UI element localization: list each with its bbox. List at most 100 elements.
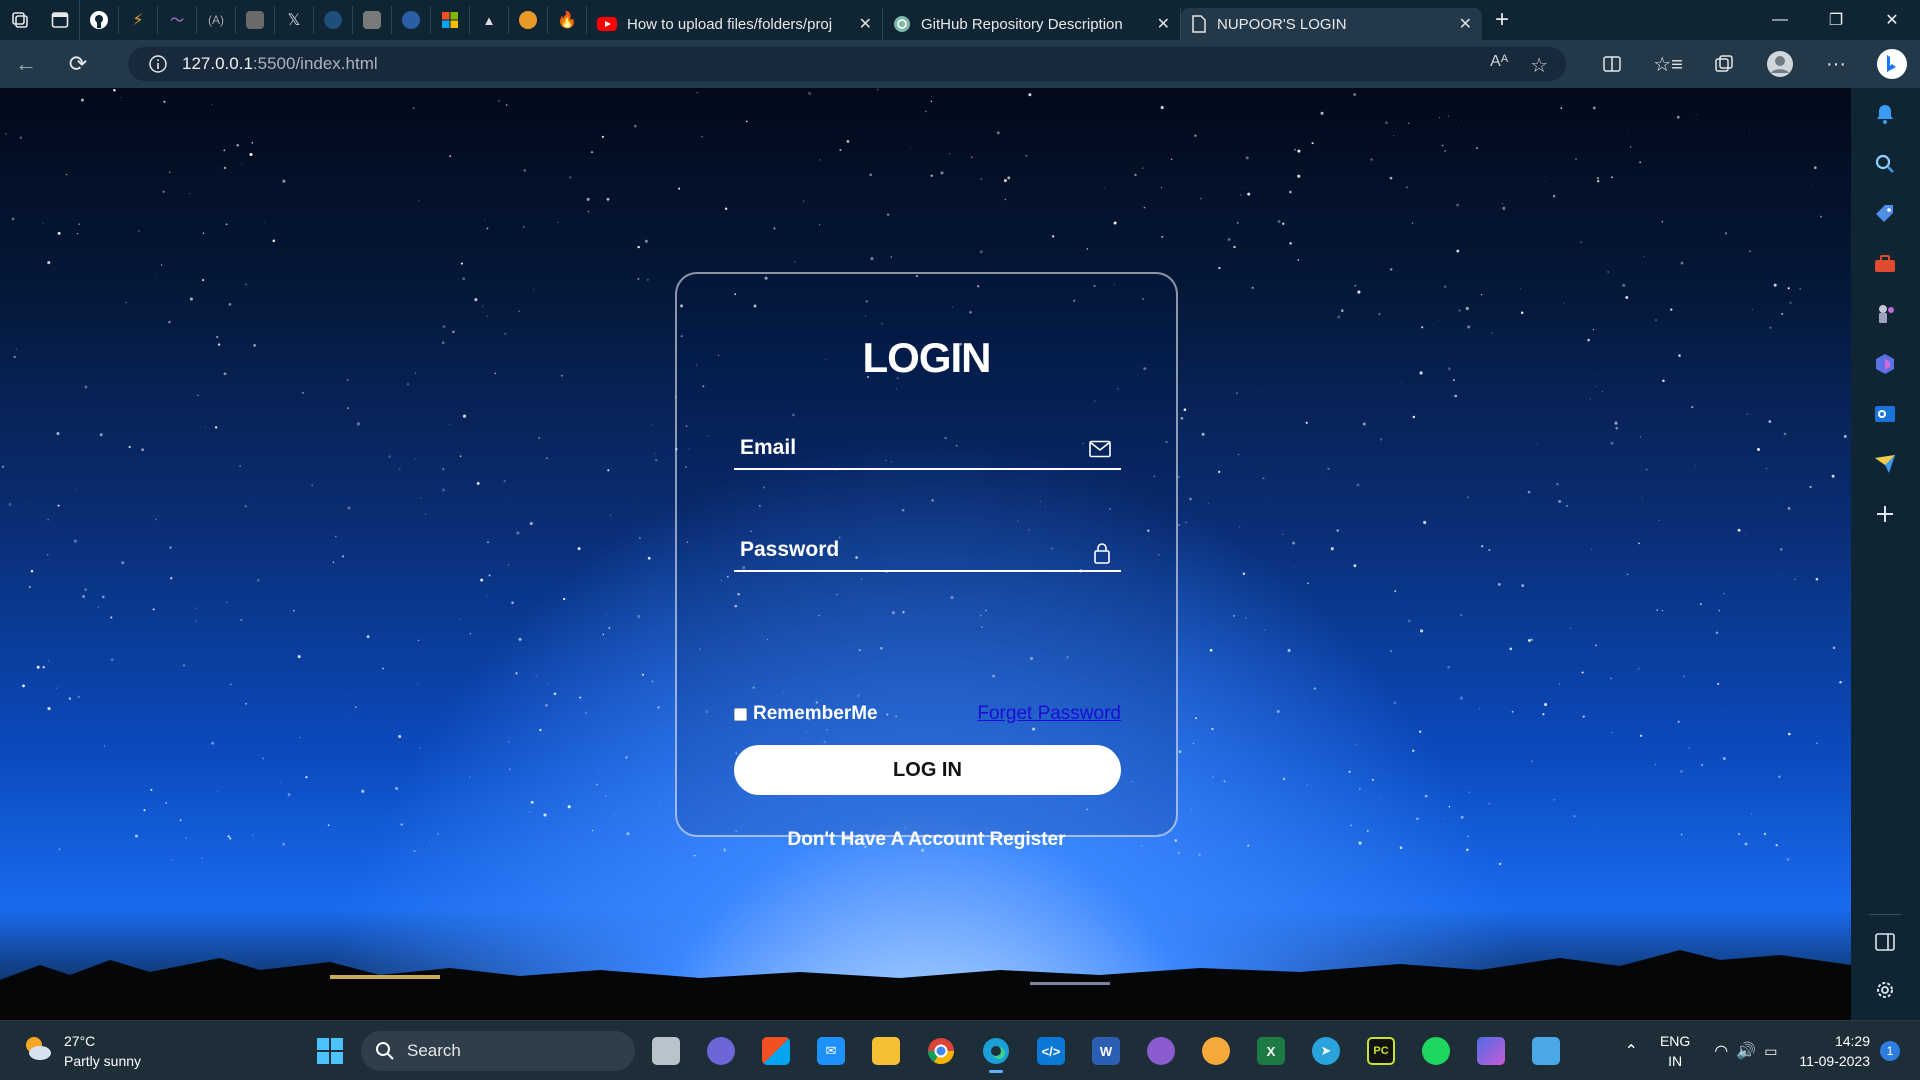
tag-icon[interactable] <box>1873 202 1897 226</box>
restore-icon[interactable]: ❐ <box>1808 0 1864 40</box>
star <box>84 588 87 591</box>
back-icon[interactable]: ← <box>0 40 52 88</box>
teams-icon[interactable] <box>697 1027 745 1075</box>
microsoft-store-icon[interactable] <box>752 1027 800 1075</box>
taskbar-search[interactable]: Search <box>361 1031 635 1071</box>
copilot-icon[interactable] <box>1467 1027 1515 1075</box>
telegram-icon[interactable]: ➤ <box>1302 1027 1350 1075</box>
chevron-up-icon[interactable]: ⌃ <box>1625 1041 1638 1061</box>
star <box>1289 242 1292 245</box>
password-input[interactable] <box>734 530 1121 570</box>
cn-icon[interactable] <box>392 6 431 34</box>
notepad-icon[interactable] <box>1522 1027 1570 1075</box>
send-icon[interactable] <box>1873 452 1897 476</box>
mail-icon[interactable]: ✉ <box>807 1027 855 1075</box>
star <box>515 672 518 675</box>
star <box>1311 142 1314 145</box>
copilot-icon[interactable] <box>1873 352 1897 376</box>
register-link[interactable]: Register <box>989 829 1065 850</box>
image-icon[interactable] <box>236 6 275 34</box>
star <box>1626 573 1629 576</box>
vscode-icon[interactable]: </> <box>1027 1027 1075 1075</box>
windows-store-icon[interactable] <box>431 6 470 34</box>
tab-github-description[interactable]: GitHub Repository Description ✕ <box>883 8 1181 40</box>
forgot-password-link[interactable]: Forget Password <box>977 703 1121 725</box>
bird-icon[interactable] <box>509 6 548 34</box>
volume-icon[interactable]: 🔊 <box>1736 1041 1756 1061</box>
image-icon[interactable] <box>353 6 392 34</box>
more-options-icon[interactable]: ··· <box>1808 40 1864 88</box>
tab-nupoor-login[interactable]: NUPOOR'S LOGIN ✕ <box>1181 8 1482 40</box>
wave-icon[interactable]: 〜 <box>158 6 197 34</box>
star <box>1264 629 1266 631</box>
toolbox-icon[interactable] <box>1873 252 1897 276</box>
task-view-icon[interactable] <box>642 1027 690 1075</box>
tab-youtube[interactable]: How to upload files/folders/proj ✕ <box>587 8 883 40</box>
remember-me-checkbox[interactable] <box>734 707 747 721</box>
close-tab-icon[interactable]: ✕ <box>859 14 872 34</box>
info-icon[interactable] <box>148 54 168 74</box>
star <box>22 684 25 688</box>
chrome-icon[interactable] <box>917 1027 965 1075</box>
x-icon[interactable]: 𝕏 <box>275 6 314 34</box>
plus-icon[interactable] <box>1873 502 1897 526</box>
star <box>302 392 304 394</box>
start-button[interactable] <box>306 1027 354 1075</box>
email-input[interactable] <box>734 428 1121 468</box>
outlook-icon[interactable] <box>1873 402 1897 426</box>
notification-badge[interactable]: 1 <box>1880 1041 1900 1061</box>
star <box>214 426 218 429</box>
star <box>481 306 483 308</box>
login-button[interactable]: LOG IN <box>734 745 1121 795</box>
battery-icon[interactable]: ▭ <box>1764 1043 1777 1060</box>
star <box>657 706 660 709</box>
wifi-icon[interactable]: ◠ <box>1714 1041 1728 1061</box>
close-tab-icon[interactable]: ✕ <box>1459 14 1472 34</box>
favorites-icon[interactable]: ☆≡ <box>1640 40 1696 88</box>
split-panel-icon[interactable] <box>1873 930 1897 954</box>
split-screen-icon[interactable] <box>1584 40 1640 88</box>
spotify-icon[interactable] <box>1412 1027 1460 1075</box>
ai-icon[interactable]: (A) <box>197 6 236 34</box>
read-aloud-icon[interactable]: Aᴬ <box>1490 53 1508 78</box>
triangle-icon[interactable]: ▲ <box>470 6 509 34</box>
star <box>627 643 628 645</box>
collections-icon[interactable] <box>1696 40 1752 88</box>
bing-copilot-icon[interactable] <box>1864 40 1920 88</box>
file-explorer-icon[interactable] <box>862 1027 910 1075</box>
github-icon[interactable] <box>80 6 119 34</box>
brave-icon[interactable] <box>1192 1027 1240 1075</box>
star <box>598 772 600 774</box>
workspaces-icon[interactable] <box>0 0 40 40</box>
tab-actions-icon[interactable] <box>40 0 80 40</box>
pycharm-icon[interactable]: PC <box>1357 1027 1405 1075</box>
star <box>626 832 630 836</box>
settings-icon[interactable] <box>1873 978 1897 1002</box>
profile-avatar-icon[interactable] <box>1752 40 1808 88</box>
refresh-icon[interactable]: ⟳ <box>52 40 104 88</box>
close-tab-icon[interactable]: ✕ <box>1157 14 1170 34</box>
bell-icon[interactable] <box>1873 102 1897 126</box>
excel-icon[interactable]: X <box>1247 1027 1295 1075</box>
wordpress-icon[interactable] <box>314 6 353 34</box>
bolt-icon[interactable]: ⚡ <box>119 6 158 34</box>
new-tab-button[interactable]: + <box>1482 0 1522 40</box>
weather-widget[interactable]: 27°C Partly sunny <box>20 1031 141 1071</box>
word-icon[interactable]: W <box>1082 1027 1130 1075</box>
github-desktop-icon[interactable] <box>1137 1027 1185 1075</box>
search-icon[interactable] <box>1873 152 1897 176</box>
close-window-icon[interactable]: ✕ <box>1864 0 1920 40</box>
star <box>1480 293 1483 296</box>
chess-icon[interactable] <box>1873 302 1897 326</box>
language-indicator[interactable]: ENG IN <box>1660 1031 1690 1071</box>
clock[interactable]: 14:29 11-09-2023 <box>1799 1031 1870 1071</box>
flame-icon[interactable]: 🔥 <box>548 6 587 34</box>
address-bar[interactable]: 127.0.0.1:5500/index.html Aᴬ ☆ <box>128 47 1566 81</box>
star <box>135 834 138 838</box>
minimize-icon[interactable]: — <box>1752 0 1808 40</box>
star <box>1411 222 1414 224</box>
edge-icon[interactable] <box>972 1027 1020 1075</box>
favorite-star-icon[interactable]: ☆ <box>1530 53 1548 78</box>
star <box>535 675 538 677</box>
remember-me[interactable]: RememberMe <box>734 703 878 725</box>
